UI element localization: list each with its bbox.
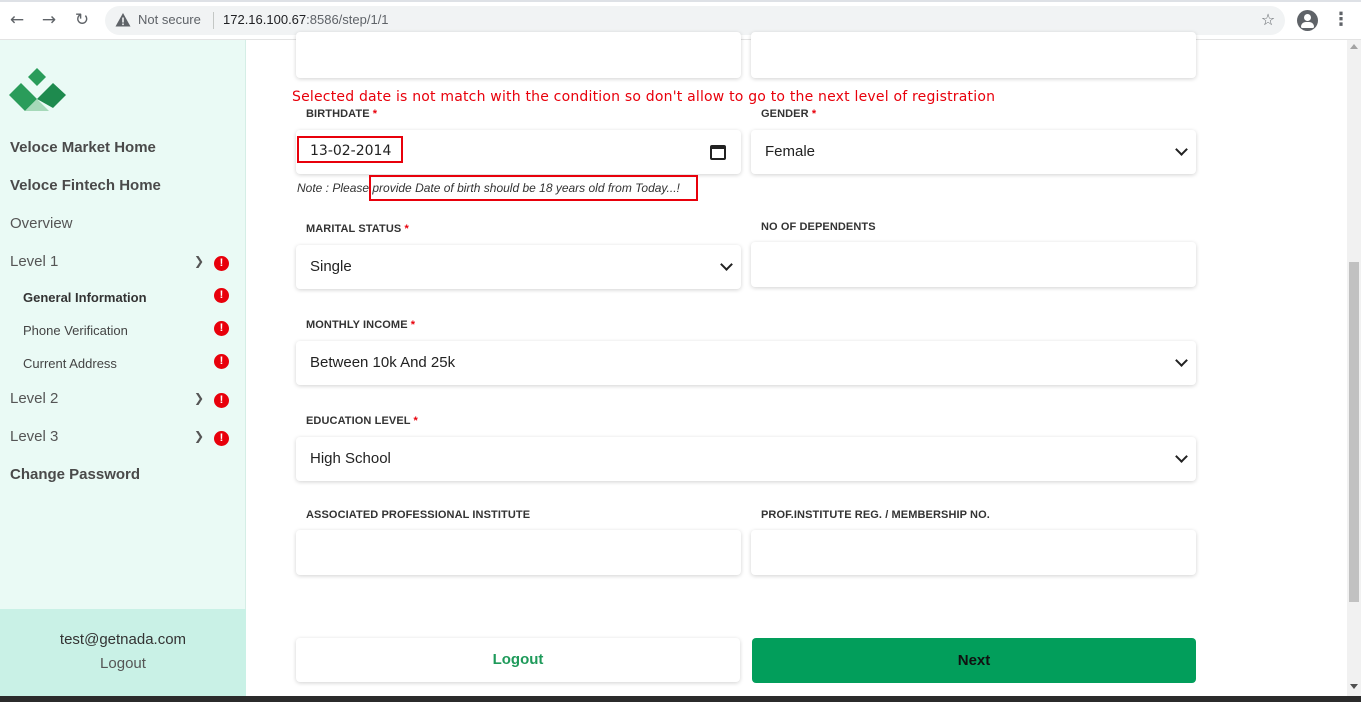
monthly-income-select[interactable]: Between 10k And 25k [296,341,1196,385]
required-mark: * [372,108,378,120]
forward-icon[interactable]: → [38,9,60,31]
back-icon[interactable]: ← [6,9,28,31]
nav-overview[interactable]: Overview [10,215,73,232]
membership-no-label: PROF.INSTITUTE REG. / MEMBERSHIP NO. [761,509,990,521]
nav-veloce-market-home[interactable]: Veloce Market Home [10,139,156,156]
chevron-down-icon [1175,450,1188,463]
monthly-income-value: Between 10k And 25k [310,354,456,371]
alert-icon: ! [214,256,229,271]
education-level-label: EDUCATION LEVEL * [306,415,418,427]
nav-level-3[interactable]: Level 3 [10,428,58,445]
gender-select[interactable]: Female [751,130,1196,174]
gender-label: GENDER * [761,108,816,120]
text-field[interactable] [296,32,741,78]
scroll-down-arrow-icon[interactable] [1350,684,1358,689]
nav-change-password[interactable]: Change Password [10,466,140,483]
tab-strip-edge [0,0,1361,2]
professional-institute-label: ASSOCIATED PROFESSIONAL INSTITUTE [306,509,531,521]
chevron-down-icon [720,258,733,271]
url-text[interactable]: 172.16.100.67:8586/step/1/1 [223,12,389,27]
chevron-right-icon[interactable]: ❯ [194,429,204,443]
education-level-label-text: EDUCATION LEVEL [306,415,411,427]
taskbar-edge [0,696,1361,702]
alert-icon: ! [214,321,229,336]
account-icon[interactable] [1297,10,1318,31]
marital-status-label-text: MARITAL STATUS [306,223,402,235]
chevron-right-icon[interactable]: ❯ [194,254,204,268]
scrollbar-thumb[interactable] [1349,262,1359,602]
membership-no-input[interactable] [751,530,1196,575]
chevron-right-icon[interactable]: ❯ [194,391,204,405]
marital-status-select[interactable]: Single [296,245,741,289]
highlight-box-date [297,136,403,163]
marital-status-label: MARITAL STATUS * [306,223,409,235]
sidebar-footer: test@getnada.com Logout [0,609,246,696]
required-mark: * [404,223,409,235]
monthly-income-label: MONTHLY INCOME * [306,319,415,331]
monthly-income-label-text: MONTHLY INCOME [306,319,408,331]
omnibox-divider [213,12,214,29]
birthdate-label-text: BIRTHDATE [306,108,370,120]
user-email: test@getnada.com [59,631,187,648]
sidebar: Veloce Market Home Veloce Fintech Home O… [0,40,246,696]
chevron-down-icon [1175,354,1188,367]
next-button[interactable]: Next [752,638,1196,683]
nav-phone-verification[interactable]: Phone Verification [23,323,128,338]
nav-level-2[interactable]: Level 2 [10,390,58,407]
nav-general-information[interactable]: General Information [23,290,147,305]
url-path: :8586/step/1/1 [306,12,389,27]
calendar-icon[interactable] [710,145,726,160]
warning-icon[interactable] [115,12,131,28]
dependents-input[interactable] [751,242,1196,287]
required-mark: * [811,108,817,120]
alert-icon: ! [214,431,229,446]
nav-level-1[interactable]: Level 1 [10,253,58,270]
url-host: 172.16.100.67 [223,12,307,27]
bookmark-star-icon[interactable]: ☆ [1257,9,1279,31]
dependents-label: NO OF DEPENDENTS [761,221,876,233]
address-bar[interactable]: Not secure 172.16.100.67:8586/step/1/1 [105,6,1285,35]
marital-status-value: Single [310,258,352,275]
logo[interactable] [9,68,67,112]
alert-icon: ! [214,354,229,369]
page-scrollbar[interactable] [1347,40,1361,696]
validation-error-message: Selected date is not match with the cond… [292,89,996,105]
gender-label-text: GENDER [761,108,809,120]
required-mark: * [413,415,418,427]
scroll-up-arrow-icon[interactable] [1350,44,1358,49]
professional-institute-input[interactable] [296,530,741,575]
alert-icon: ! [214,288,229,303]
note-prefix: Note : Please [297,181,373,195]
gender-value: Female [765,143,816,160]
education-level-value: High School [310,450,391,467]
education-level-select[interactable]: High School [296,437,1196,481]
nav-veloce-fintech-home[interactable]: Veloce Fintech Home [10,177,161,194]
nav-current-address[interactable]: Current Address [23,356,117,371]
logout-button[interactable]: Logout [296,638,740,682]
alert-icon: ! [214,393,229,408]
text-field[interactable] [751,32,1196,78]
browser-menu-icon[interactable]: ⋮ [1330,9,1352,31]
reload-icon[interactable]: ↻ [71,9,93,31]
sidebar-logout-link[interactable]: Logout [0,655,246,672]
chevron-down-icon [1175,143,1188,156]
highlight-box-note [369,175,698,201]
required-mark: * [410,319,416,331]
security-status[interactable]: Not secure [138,12,201,27]
birthdate-label: BIRTHDATE * [306,108,377,120]
